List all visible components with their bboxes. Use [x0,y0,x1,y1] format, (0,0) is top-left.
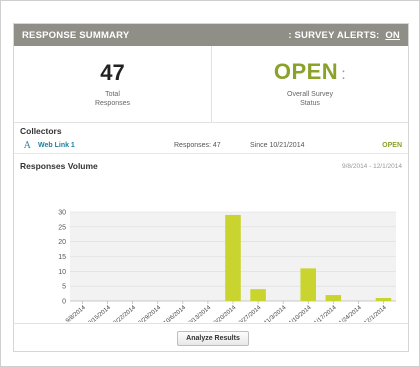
survey-status-label-line2: Status [300,99,320,107]
collectors-title: Collectors [20,126,62,136]
y-tick-label: 20 [58,239,66,246]
panel-header: RESPONSE SUMMARY : SURVEY ALERTS: ON [14,24,408,46]
collector-row: A Web Link 1 Responses: 47 Since 10/21/2… [14,140,408,154]
x-tick-label: 9/8/2014 [65,305,87,322]
collector-status: OPEN [382,142,402,149]
bar[interactable] [225,214,241,301]
survey-status-text: OPEN [273,59,339,84]
analyze-results-button[interactable]: Analyze Results [177,331,249,346]
survey-alerts-label: : SURVEY ALERTS: [288,30,380,41]
x-tick-label: 9/22/2014 [113,305,138,322]
summary-stats: 47 Total Responses OPEN: Overall Survey … [14,46,408,123]
total-responses-value: 47 [100,60,125,85]
survey-status-label: Overall Survey Status [212,91,408,108]
web-link-icon: A [24,141,31,151]
x-tick-label: 11/24/2014 [336,305,363,322]
collector-responses: Responses: 47 [174,142,221,149]
y-tick-label: 25 [58,224,66,231]
date-range[interactable]: 9/8/2014 - 12/1/2014 [342,163,402,170]
y-tick-label: 15 [58,254,66,261]
survey-status-label-line1: Overall Survey [287,91,333,98]
x-tick-label: 11/17/2014 [311,305,338,322]
x-tick-label: 9/15/2014 [88,305,113,322]
responses-volume-title: Responses Volume [20,161,98,171]
total-responses-label-line2: Responses [94,99,131,107]
total-responses-stat: 47 Total Responses [14,46,212,123]
x-tick-label: 10/6/2014 [163,305,188,322]
total-responses-label: Total Responses [14,91,211,108]
y-tick-label: 5 [62,284,66,291]
responses-volume-chart: 0 5 10 15 20 25 30 9/8/2014 9/15/2014 9/22/2014 9/… [58,210,396,322]
collector-name-link[interactable]: Web Link 1 [38,142,75,149]
panel-title: RESPONSE SUMMARY [22,30,130,41]
bar[interactable] [250,289,266,301]
total-responses-label-line1: Total [105,91,120,98]
x-tick-label: 12/1/2014 [363,305,388,322]
bar[interactable] [375,298,392,301]
window: RESPONSE SUMMARY : SURVEY ALERTS: ON 47 … [0,0,420,367]
x-tick-label: 10/27/2014 [236,305,263,322]
panel-footer: Analyze Results [14,323,408,351]
survey-status-value: OPEN: [212,59,408,85]
x-tick-label: 10/13/2014 [185,305,212,322]
x-tick-label: 11/10/2014 [286,305,313,322]
collector-since: Since 10/21/2014 [250,142,305,149]
bar[interactable] [300,268,317,301]
y-tick-label: 10 [58,269,66,276]
bar[interactable] [325,295,342,301]
x-tick-label: 10/20/2014 [210,305,237,322]
survey-alerts-toggle[interactable]: ON [385,30,400,41]
survey-status-stat: OPEN: Overall Survey Status [212,46,408,123]
y-tick-label: 30 [58,210,66,217]
response-summary-panel: RESPONSE SUMMARY : SURVEY ALERTS: ON 47 … [13,23,409,352]
x-tick-label: 11/3/2014 [263,305,287,322]
y-tick-label: 0 [62,299,66,306]
x-tick-label: 9/29/2014 [138,305,163,322]
survey-alerts: : SURVEY ALERTS: ON [288,30,400,41]
survey-status-suffix: : [341,66,347,83]
